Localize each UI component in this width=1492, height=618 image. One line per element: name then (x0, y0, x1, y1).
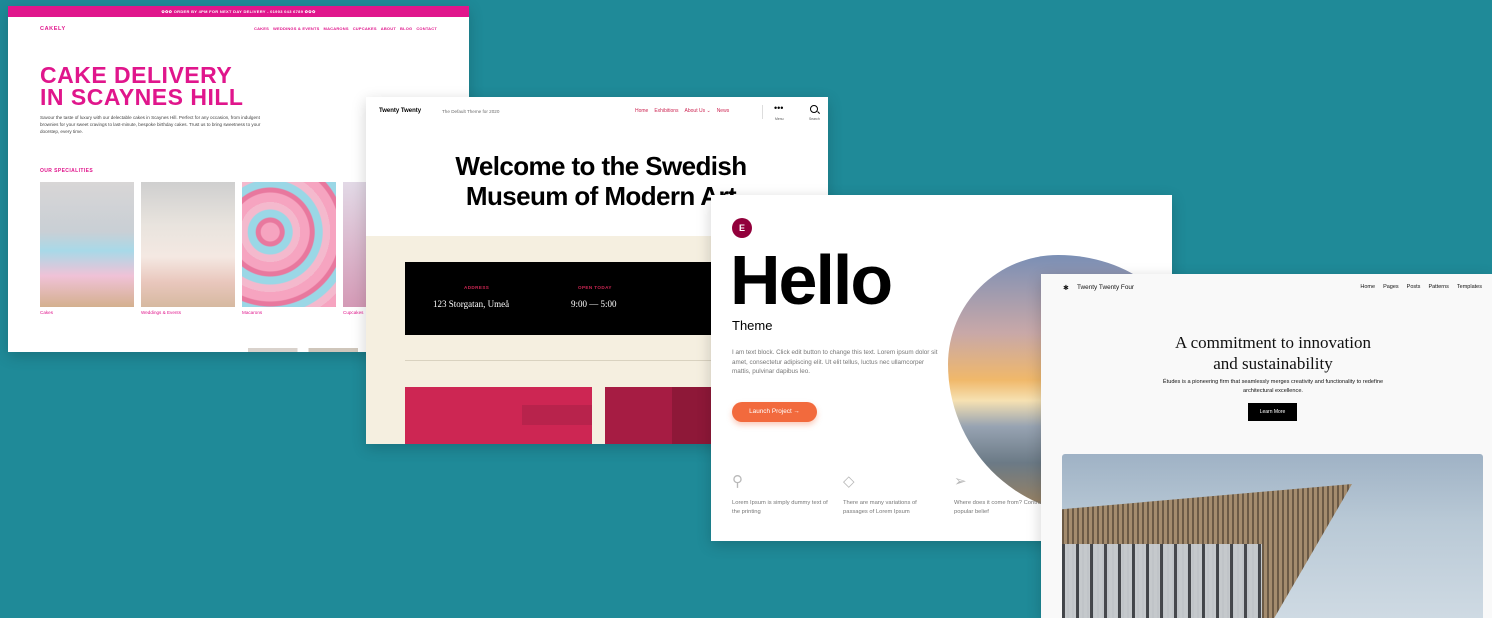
menu-item-cakes[interactable]: CAKES (254, 26, 269, 31)
menu-toggle-label[interactable]: Menu (775, 117, 783, 121)
menu-item-about-us[interactable]: About Us ⌄ (685, 108, 711, 114)
menu-item-cupcakes[interactable]: CUPCAKES (353, 26, 377, 31)
cakely-intro: Savour the taste of luxury with our dele… (40, 115, 261, 134)
tt-menu: Home Exhibitions About Us ⌄ News (635, 108, 729, 114)
menu-item-exhibitions[interactable]: Exhibitions (654, 108, 678, 114)
menu-item-posts[interactable]: Posts (1407, 284, 1421, 290)
cakely-nav: CAKELY CAKES WEDDINGS & EVENTS MACARONS … (40, 26, 437, 36)
tile-label-weddings[interactable]: Weddings & Events (141, 310, 181, 315)
menu-item-patterns[interactable]: Patterns (1428, 284, 1448, 290)
announcement-bar: ✿✿✿ ORDER BY 4PM FOR NEXT DAY DELIVERY -… (8, 6, 469, 17)
tile-macarons-image[interactable] (242, 182, 336, 307)
more-dots-icon[interactable]: ••• (774, 104, 783, 113)
tt-tagline: The Default Theme for 2020 (442, 109, 500, 114)
menu-item-news[interactable]: News (717, 108, 730, 114)
hours-value: 9:00 — 5:00 (571, 299, 617, 309)
hello-title: Hello (730, 241, 893, 319)
twentytwentyfour-theme-preview: ✱ Twenty Twenty Four Home Pages Posts Pa… (1041, 274, 1492, 618)
cakely-logo[interactable]: CAKELY (40, 26, 66, 32)
menu-item-weddings[interactable]: WEDDINGS & EVENTS (273, 26, 320, 31)
hello-subtitle: Theme (732, 318, 773, 333)
paper-plane-icon: ➢ (954, 473, 967, 490)
menu-item-contact[interactable]: CONTACT (416, 26, 437, 31)
menu-item-templates[interactable]: Templates (1457, 284, 1482, 290)
menu-item-home[interactable]: Home (635, 108, 648, 114)
site-logo-icon: ✱ (1063, 285, 1069, 292)
cakely-menu: CAKES WEDDINGS & EVENTS MACARONS CUPCAKE… (254, 26, 437, 31)
elementor-logo-icon: E (732, 218, 752, 238)
tt4-headline-line-1: A commitment to innovation (1175, 333, 1371, 352)
menu-item-about[interactable]: ABOUT (381, 26, 396, 31)
headline-line-2: IN SCAYNES HILL (40, 84, 244, 110)
tile-label-cakes[interactable]: Cakes (40, 310, 53, 315)
tt-site-title[interactable]: Twenty Twenty (379, 108, 421, 114)
diamond-icon: ◇ (843, 473, 855, 490)
tt-headline-line-1: Welcome to the Swedish (455, 151, 747, 181)
tile-weddings-image[interactable] (141, 182, 235, 307)
feature-text-2: There are many variations of passages of… (843, 500, 917, 515)
hello-body-text: I am text block. Click edit button to ch… (732, 349, 938, 375)
hours-label: OPEN TODAY (578, 285, 612, 290)
tt4-headline-line-2: and sustainability (1213, 354, 1333, 373)
learn-more-button[interactable]: Learn More (1248, 403, 1297, 421)
tt4-menu: Home Pages Posts Patterns Templates (1360, 284, 1482, 290)
tt4-body-text: Études is a pioneering firm that seamles… (1162, 379, 1384, 394)
tt-headline-line-2: Museum of Modern Art (465, 181, 737, 211)
thumbnail-strip (248, 348, 358, 352)
menu-item-pages[interactable]: Pages (1383, 284, 1399, 290)
launch-project-button[interactable]: Launch Project → (732, 402, 817, 422)
search-icon[interactable] (810, 105, 818, 113)
specialities-heading: OUR SPECIALITIES (40, 168, 94, 174)
tt4-site-title[interactable]: Twenty Twenty Four (1077, 284, 1134, 291)
search-label[interactable]: Search (809, 117, 820, 121)
tile-cakes-image[interactable] (40, 182, 134, 307)
address-value: 123 Storgatan, Umeå (433, 299, 510, 309)
tt4-headline: A commitment to innovation and sustainab… (1141, 332, 1405, 374)
feature-text-1: Lorem Ipsum is simply dummy text of the … (732, 500, 828, 515)
lightbulb-icon: ⚲ (732, 473, 743, 490)
cakely-headline: CAKE DELIVERY IN SCAYNES HILL (40, 64, 244, 110)
glass-facade (1062, 544, 1262, 618)
menu-item-home[interactable]: Home (1360, 284, 1375, 290)
architecture-photo (1062, 454, 1483, 618)
menu-item-macarons[interactable]: MACARONS (324, 26, 349, 31)
address-label: ADDRESS (464, 285, 490, 290)
tile-label-macarons[interactable]: Macarons (242, 310, 262, 315)
tile-label-cupcakes[interactable]: Cupcakes (343, 310, 363, 315)
tt-red-block-1 (405, 387, 592, 444)
menu-divider (762, 105, 763, 119)
menu-item-blog[interactable]: BLOG (400, 26, 412, 31)
